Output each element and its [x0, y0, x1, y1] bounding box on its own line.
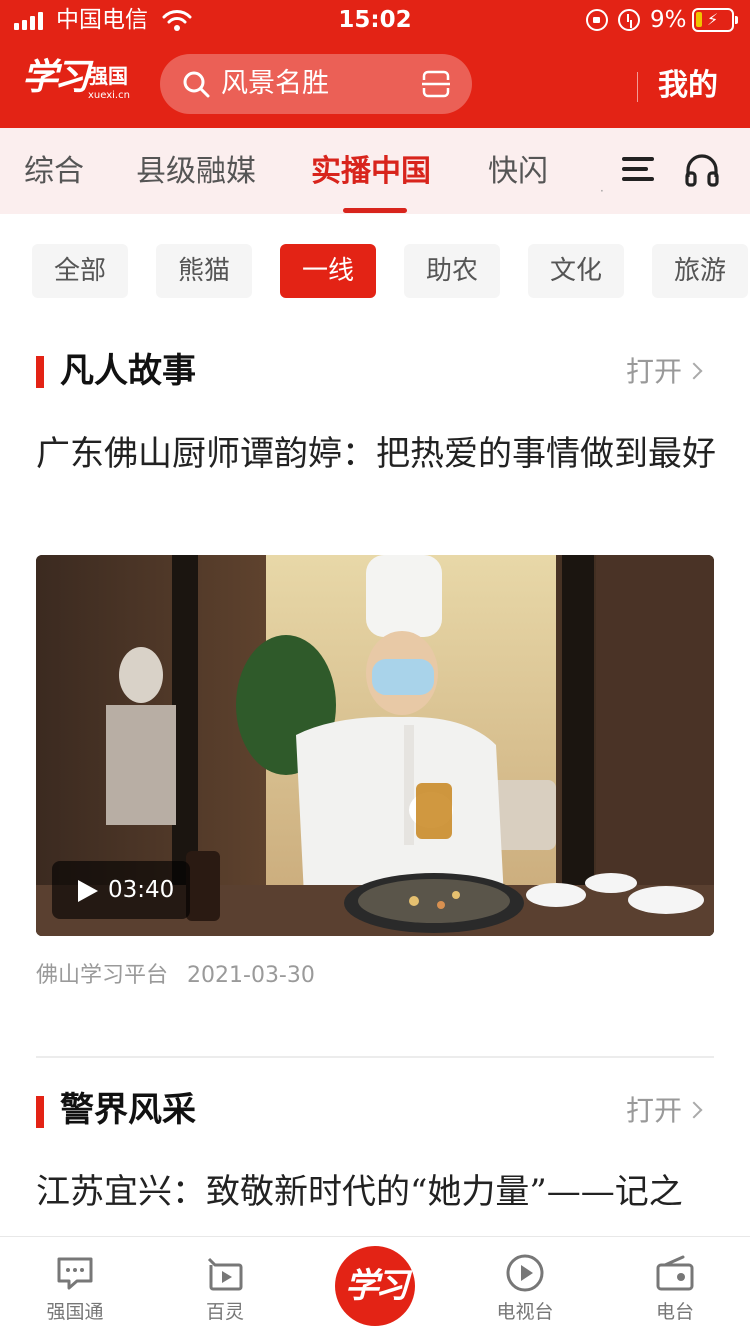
tab-label: 电台	[655, 1301, 694, 1323]
section-open-link[interactable]: 打开	[626, 352, 703, 392]
section-divider	[36, 1056, 714, 1058]
scan-icon[interactable]	[422, 70, 450, 98]
app-screen: 中国电信 15:02 9% ⚡ 学习 强国 xuexi.cn 风景名胜 我的 综…	[0, 0, 750, 1334]
open-label: 打开	[626, 355, 683, 388]
menu-icon[interactable]	[622, 155, 654, 183]
tab-radio[interactable]: 电台	[600, 1237, 750, 1334]
logo-domain: xuexi.cn	[88, 90, 130, 101]
article-meta: 佛山学习平台 2021-03-30	[36, 960, 315, 992]
tab-bailing[interactable]: 百灵	[150, 1237, 300, 1334]
search-bar[interactable]: 风景名胜	[160, 54, 472, 114]
play-icon	[78, 880, 98, 902]
headphones-icon[interactable]	[684, 153, 720, 187]
xuexi-logo[interactable]: 学习 强国 xuexi.cn	[22, 54, 134, 108]
header-divider	[637, 72, 638, 102]
section-open-link[interactable]: 打开	[626, 1091, 703, 1131]
category-chip-all[interactable]: 全部	[32, 244, 128, 298]
category-chip-frontline[interactable]: 一线	[280, 244, 376, 298]
xuexi-center-button[interactable]: 学习	[335, 1246, 415, 1326]
active-channel-indicator	[343, 208, 407, 213]
alarm-icon	[618, 9, 640, 31]
tab-label: 百灵	[205, 1301, 244, 1323]
more-channels-dot: ·	[600, 184, 604, 198]
category-chip-agri[interactable]: 助农	[404, 244, 500, 298]
article-source: 佛山学习平台	[36, 963, 169, 988]
tab-label: 电视台	[496, 1301, 554, 1323]
section-marker	[36, 356, 44, 388]
mine-button[interactable]: 我的	[658, 66, 718, 106]
open-label: 打开	[626, 1094, 683, 1127]
radio-icon	[656, 1255, 694, 1291]
article-date: 2021-03-30	[187, 963, 315, 988]
video-duration: 03:40	[108, 877, 175, 903]
tab-label: 强国通	[46, 1301, 104, 1323]
tab-qiangguotong[interactable]: 强国通	[0, 1237, 150, 1334]
chevron-right-icon	[685, 1101, 703, 1119]
article-title[interactable]: 广东佛山厨师谭韵婷：把热爱的事情做到最好	[36, 428, 716, 480]
category-chip-travel[interactable]: 旅游	[652, 244, 748, 298]
channel-tab-flash[interactable]: 快闪	[488, 152, 548, 192]
logo-name: 强国	[88, 64, 128, 88]
battery-icon: ⚡	[692, 8, 738, 32]
rotation-lock-icon	[586, 9, 608, 31]
article-title[interactable]: 江苏宜兴：致敬新时代的“她力量”——记之	[36, 1166, 716, 1218]
search-icon	[183, 71, 210, 98]
category-chip-culture[interactable]: 文化	[528, 244, 624, 298]
section-marker	[36, 1096, 44, 1128]
play-circle-icon	[506, 1254, 544, 1292]
logo-script: 学习	[22, 56, 90, 98]
section-title: 警界风采	[60, 1090, 196, 1130]
chevron-right-icon	[685, 362, 703, 380]
search-placeholder: 风景名胜	[221, 68, 329, 99]
tab-tv[interactable]: 电视台	[450, 1237, 600, 1334]
video-duration-badge[interactable]: 03:40	[52, 861, 190, 919]
category-chip-panda[interactable]: 熊猫	[156, 244, 252, 298]
top-header: 中国电信 15:02 9% ⚡ 学习 强国 xuexi.cn 风景名胜 我的	[0, 0, 750, 128]
battery-percent: 9%	[650, 7, 687, 33]
status-bar: 中国电信 15:02 9% ⚡	[0, 0, 750, 40]
channel-tab-comprehensive[interactable]: 综合	[24, 152, 84, 192]
chat-icon	[57, 1257, 93, 1290]
section-title: 凡人故事	[60, 351, 196, 391]
short-video-icon	[207, 1257, 243, 1291]
channel-tab-county-media[interactable]: 县级融媒	[136, 152, 256, 192]
channel-tab-live-china[interactable]: 实播中国	[311, 152, 431, 192]
